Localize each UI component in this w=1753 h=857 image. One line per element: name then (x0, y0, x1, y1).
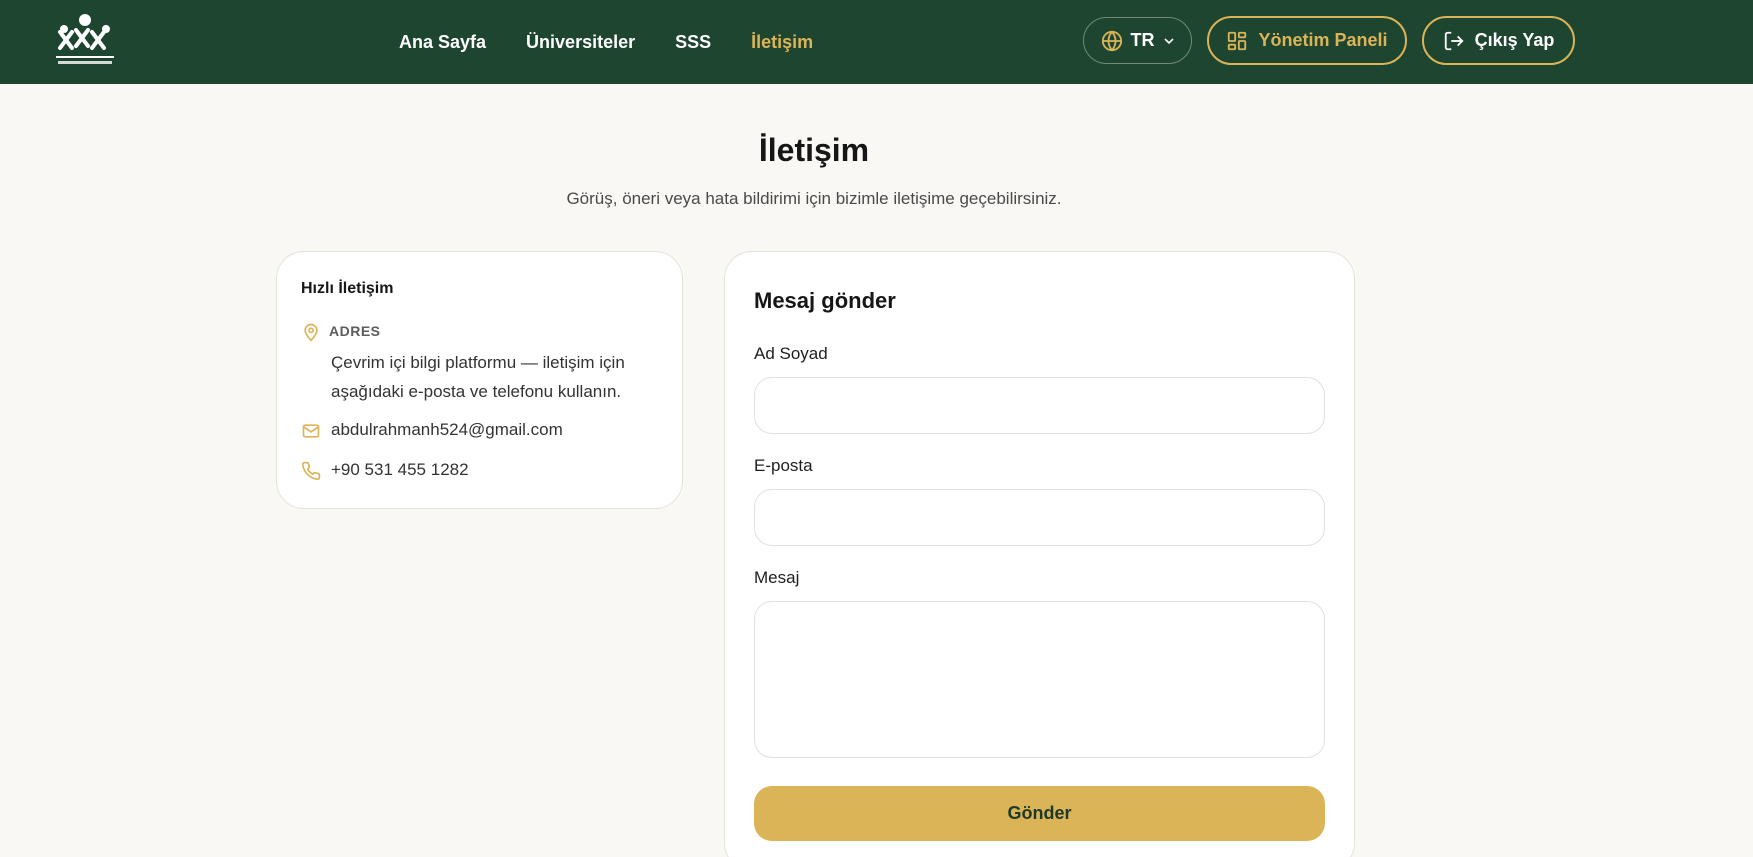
logo[interactable] (52, 12, 118, 70)
page-subtitle: Görüş, öneri veya hata bildirimi için bi… (566, 189, 1062, 208)
phone-icon (301, 461, 321, 481)
form-title: Mesaj gönder (754, 288, 896, 313)
mail-icon (302, 424, 320, 438)
email-label: E-posta (754, 456, 813, 475)
globe-icon (1101, 29, 1122, 52)
address-label: ADRES (329, 323, 381, 339)
language-label: TR (1130, 30, 1155, 50)
logout-label: Çıkış Yap (1474, 30, 1555, 50)
quick-contact-card: Hızlı İletişim ADRES Çevrim içi bilgi pl… (276, 251, 683, 509)
top-navbar: Ana Sayfa Üniversiteler SSS İletişim TR … (0, 0, 1753, 84)
map-pin-icon (304, 323, 318, 342)
email-link[interactable]: abdulrahmanh524@gmail.com (331, 420, 563, 440)
chevron-down-icon (1163, 37, 1174, 44)
name-label: Ad Soyad (754, 344, 828, 363)
admin-panel-button[interactable]: Yönetim Paneli (1207, 16, 1407, 65)
address-text: Çevrim içi bilgi platformu — iletişim iç… (331, 353, 625, 401)
phone-link[interactable]: +90 531 455 1282 (331, 460, 469, 480)
dashboard-icon (1228, 31, 1247, 50)
language-selector[interactable]: TR (1083, 17, 1192, 64)
message-textarea[interactable] (754, 601, 1325, 758)
email-field[interactable] (754, 489, 1325, 546)
quick-contact-title: Hızlı İletişim (301, 280, 394, 297)
admin-panel-label: Yönetim Paneli (1258, 30, 1388, 50)
nav-link-universities[interactable]: Üniversiteler (526, 32, 635, 53)
page-title: İletişim (758, 132, 870, 168)
logout-icon (1444, 31, 1464, 50)
nav-link-faq[interactable]: SSS (675, 32, 711, 53)
nav-link-home[interactable]: Ana Sayfa (399, 32, 486, 53)
submit-button[interactable]: Gönder (754, 786, 1325, 841)
nav-link-contact[interactable]: İletişim (751, 32, 813, 53)
message-label: Mesaj (754, 568, 800, 587)
logout-button[interactable]: Çıkış Yap (1422, 16, 1575, 65)
name-field[interactable] (754, 377, 1325, 434)
main-nav: Ana Sayfa Üniversiteler SSS İletişim (399, 0, 853, 84)
message-form-card: Mesaj gönder Ad Soyad E-posta Mesaj Gönd… (724, 251, 1355, 857)
